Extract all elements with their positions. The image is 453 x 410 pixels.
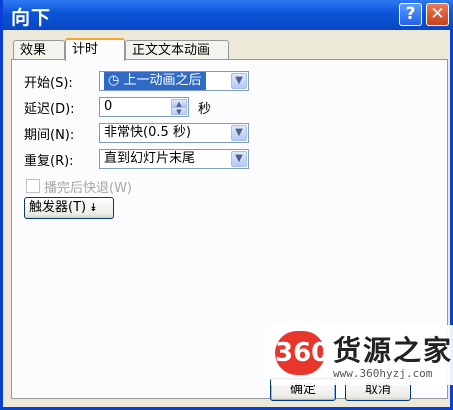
- dialog-window: 向下 ? ✕ 效果 计时 正文文本动画 开始(S): ◷ 上一动画之后 ▼ 延迟…: [0, 0, 453, 410]
- trigger-button[interactable]: 触发器(T) ⯯: [24, 197, 114, 219]
- delay-unit: 秒: [198, 102, 212, 117]
- watermark-url: www.360hyzj.com: [333, 367, 433, 380]
- close-button[interactable]: ✕: [426, 3, 449, 26]
- repeat-select[interactable]: 直到幻灯片末尾 ▼: [99, 149, 249, 169]
- start-select[interactable]: ◷ 上一动画之后 ▼: [99, 71, 249, 91]
- watermark-logo: 360: [275, 331, 329, 375]
- tab-timing[interactable]: 计时: [65, 38, 125, 61]
- duration-select[interactable]: 非常快(0.5 秒) ▼: [99, 123, 249, 143]
- tab-effect[interactable]: 效果: [13, 40, 65, 60]
- clock-icon: ◷: [108, 73, 120, 88]
- spinner-control[interactable]: ▲ ▼: [171, 99, 187, 116]
- chevron-down-icon[interactable]: ▼: [231, 125, 247, 141]
- watermark: 360 货源之家 www.360hyzj.com: [271, 325, 453, 385]
- chevron-down-icon[interactable]: ▼: [231, 151, 247, 167]
- rewind-label: 播完后快退(W): [44, 181, 132, 196]
- window-title: 向下: [11, 7, 52, 29]
- repeat-label: 重复(R):: [24, 154, 74, 169]
- double-chevron-down-icon: ⯯: [90, 201, 97, 214]
- start-label: 开始(S):: [24, 76, 73, 91]
- watermark-name: 货源之家: [333, 334, 453, 367]
- spin-up-icon[interactable]: ▲: [171, 99, 187, 108]
- start-selected: ◷ 上一动画之后: [104, 72, 206, 90]
- help-button[interactable]: ?: [399, 3, 422, 26]
- chevron-down-icon[interactable]: ▼: [231, 73, 247, 89]
- tab-text-animation[interactable]: 正文文本动画: [125, 40, 229, 60]
- rewind-checkbox[interactable]: [26, 179, 40, 193]
- title-bar[interactable]: 向下 ? ✕: [3, 0, 453, 30]
- delay-label: 延迟(D):: [24, 102, 75, 117]
- spin-down-icon[interactable]: ▼: [171, 107, 187, 116]
- delay-stepper[interactable]: 0 ▲ ▼: [99, 97, 189, 117]
- duration-label: 期间(N):: [24, 128, 75, 143]
